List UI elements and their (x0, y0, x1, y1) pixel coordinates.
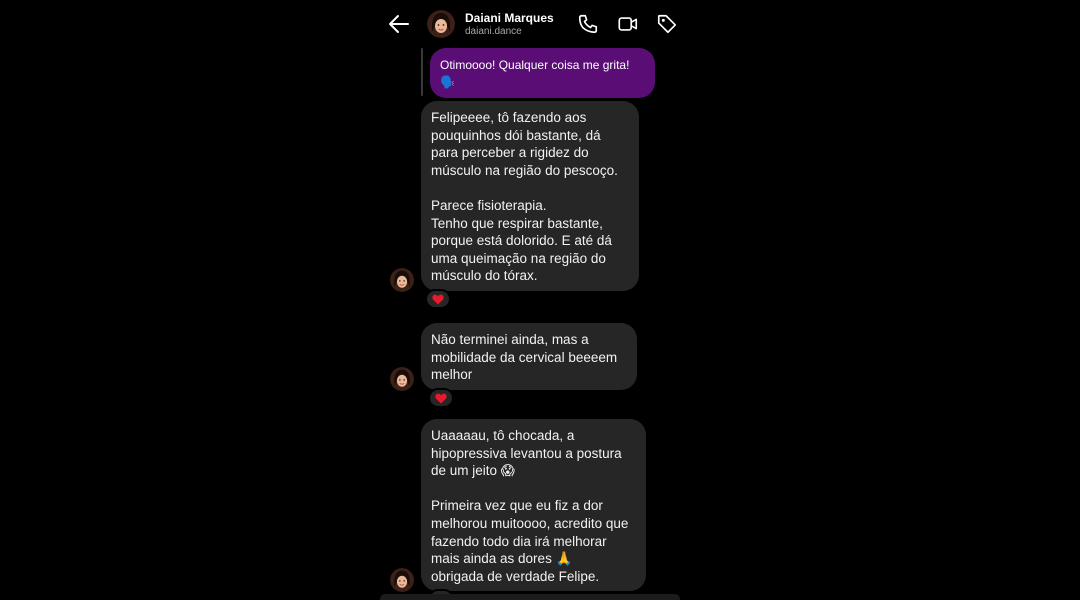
heart-reaction[interactable] (425, 289, 451, 309)
contact-username[interactable]: daiani.dance (465, 26, 522, 37)
contact-avatar-small (390, 367, 414, 391)
replied-message-bubble[interactable]: Otimoooo! Qualquer coisa me grita! 🗣️ (430, 48, 655, 98)
contact-name[interactable]: Daiani Marques (465, 11, 554, 25)
reply-quote-line (421, 48, 423, 96)
tag-icon[interactable] (656, 13, 678, 35)
heart-icon (432, 294, 444, 304)
message-bubble[interactable]: Felipeeee, tô fazendo aos pouquinhos dói… (421, 101, 639, 291)
message-composer-edge[interactable] (380, 594, 680, 600)
heart-icon (435, 393, 447, 403)
contact-avatar-small (390, 268, 414, 292)
phone-icon[interactable] (577, 13, 599, 35)
back-arrow-icon[interactable] (388, 14, 410, 34)
message-bubble[interactable]: Uaaaaau, tô chocada, a hipopressiva leva… (421, 419, 646, 591)
contact-avatar-small (390, 568, 414, 592)
message-bubble[interactable]: Não terminei ainda, mas a mobilidade da … (421, 323, 637, 390)
chat-screen: Daiani Marques daiani.dance Otimoooo! Qu… (380, 0, 680, 600)
chat-header: Daiani Marques daiani.dance (380, 0, 680, 48)
video-camera-icon[interactable] (617, 13, 639, 35)
contact-avatar[interactable] (427, 10, 455, 38)
heart-reaction[interactable] (428, 388, 454, 408)
